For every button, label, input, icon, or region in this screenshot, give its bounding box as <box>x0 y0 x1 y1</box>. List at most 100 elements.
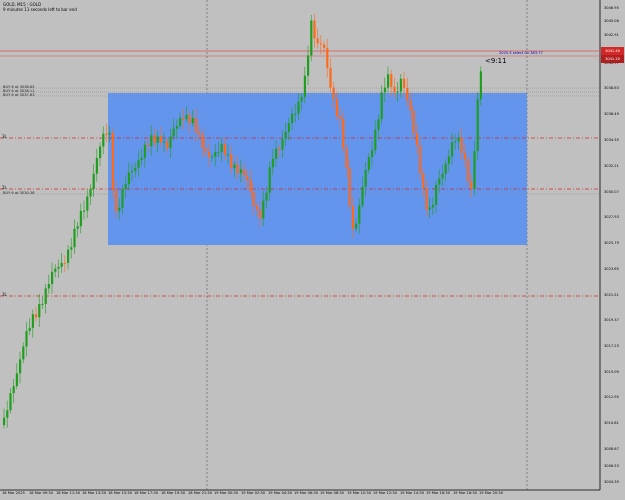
price-tick-label: 3032.21 <box>604 164 619 168</box>
time-tick-label: 19 Mar 12:30 <box>373 491 397 495</box>
time-tick-label: 19 Mar 00:30 <box>214 491 238 495</box>
candle-body <box>35 314 38 318</box>
time-tick-label: 18 Mar 19:30 <box>161 491 185 495</box>
candle-body <box>28 327 31 332</box>
time-tick-label: 18 Mar 2025 <box>2 491 25 495</box>
candle-body <box>457 137 460 142</box>
candle-body <box>310 20 313 56</box>
candle-body <box>211 156 214 158</box>
candle-body <box>316 38 319 44</box>
candle-body <box>262 200 265 219</box>
time-tick-label: 19 Mar 14:30 <box>400 491 424 495</box>
candle-body <box>172 128 175 137</box>
order-label: BUY 6 at 3030.38 <box>3 191 35 195</box>
candle-body <box>326 47 329 68</box>
candle-body <box>479 71 482 100</box>
time-tick-label: 18 Mar 11:30 <box>56 491 80 495</box>
price-tick-label: 3004.39 <box>604 480 619 484</box>
time-tick-label: 19 Mar 16:30 <box>426 491 450 495</box>
candle-body <box>207 151 210 157</box>
candle-body <box>441 173 444 179</box>
candle-body <box>121 189 124 208</box>
candle-body <box>57 266 60 269</box>
candle-body <box>444 163 447 174</box>
candle-body <box>25 331 28 347</box>
candle-body <box>281 138 284 150</box>
candle-body <box>371 150 374 158</box>
candle-body <box>60 262 63 267</box>
candle-body <box>323 44 326 48</box>
price-tick-label: 3038.63 <box>604 86 619 90</box>
candle-body <box>9 393 12 411</box>
candle-body <box>403 78 406 88</box>
candle-body <box>115 189 118 212</box>
candle-body <box>51 271 54 285</box>
candle-body <box>470 181 473 190</box>
order-label: BUY 6 at 3037.83 <box>3 93 35 97</box>
candle-body <box>342 118 345 149</box>
candle-body <box>73 228 76 248</box>
candle-body <box>431 204 434 208</box>
time-tick-label: 18 Mar 09:30 <box>29 491 53 495</box>
candle-body <box>351 206 354 229</box>
candle-body <box>95 158 98 174</box>
candle-body <box>313 20 316 39</box>
time-tick-label: 19 Mar 18:30 <box>453 491 477 495</box>
candle-body <box>419 145 422 174</box>
candle-body <box>339 116 342 119</box>
time-tick-label: 19 Mar 10:30 <box>347 491 371 495</box>
candle-body <box>223 143 226 155</box>
candle-body <box>63 262 66 264</box>
candle-body <box>67 249 70 263</box>
candle-body <box>406 87 409 101</box>
candle-body <box>236 164 239 174</box>
candle-body <box>169 136 172 149</box>
candle-body <box>268 167 271 193</box>
candle-body <box>41 303 44 305</box>
price-axis-panel <box>600 0 625 500</box>
candle-body <box>201 134 204 148</box>
candle-body <box>307 55 310 76</box>
candle-body <box>70 247 73 250</box>
candle-body <box>396 91 399 93</box>
candle-body <box>54 268 57 272</box>
price-tick-label: 3046.95 <box>604 6 619 10</box>
candle-body <box>390 74 393 87</box>
candle-body <box>364 169 367 187</box>
price-tick-label: 3008.67 <box>604 447 619 451</box>
candle-body <box>118 207 121 212</box>
price-tick-label: 3021.51 <box>604 293 619 297</box>
price-tick-label: 3017.23 <box>604 344 619 348</box>
candle-body <box>38 303 41 318</box>
candle-body <box>246 175 249 180</box>
candle-body <box>147 144 150 147</box>
candle-body <box>355 223 358 229</box>
candle-body <box>255 205 258 210</box>
candle-body <box>140 157 143 161</box>
candle-body <box>143 144 146 158</box>
candle-body <box>159 136 162 143</box>
zone-rectangle[interactable] <box>108 93 527 245</box>
candle-body <box>108 132 111 135</box>
candle-body <box>332 87 335 100</box>
price-chart[interactable] <box>0 0 625 500</box>
level-label: 3L <box>2 292 7 297</box>
candle-body <box>345 148 348 168</box>
candle-body <box>214 152 217 157</box>
time-tick-label: 18 Mar 21:30 <box>188 491 212 495</box>
bid-price-badge: 3041.40 <box>601 47 624 55</box>
candle-body <box>217 151 220 153</box>
candle-body <box>422 173 425 189</box>
candle-body <box>156 136 159 143</box>
candle-body <box>124 184 127 190</box>
time-tick-label: 19 Mar 06:30 <box>294 491 318 495</box>
candle-body <box>105 133 108 135</box>
candle-body <box>99 146 102 159</box>
candle-body <box>447 156 450 164</box>
candle-body <box>220 143 223 152</box>
price-tick-label: 3042.91 <box>604 33 619 37</box>
candle-body <box>86 196 89 211</box>
level-label: 2L <box>2 185 7 190</box>
candle-body <box>31 314 34 328</box>
candle-body <box>383 87 386 93</box>
